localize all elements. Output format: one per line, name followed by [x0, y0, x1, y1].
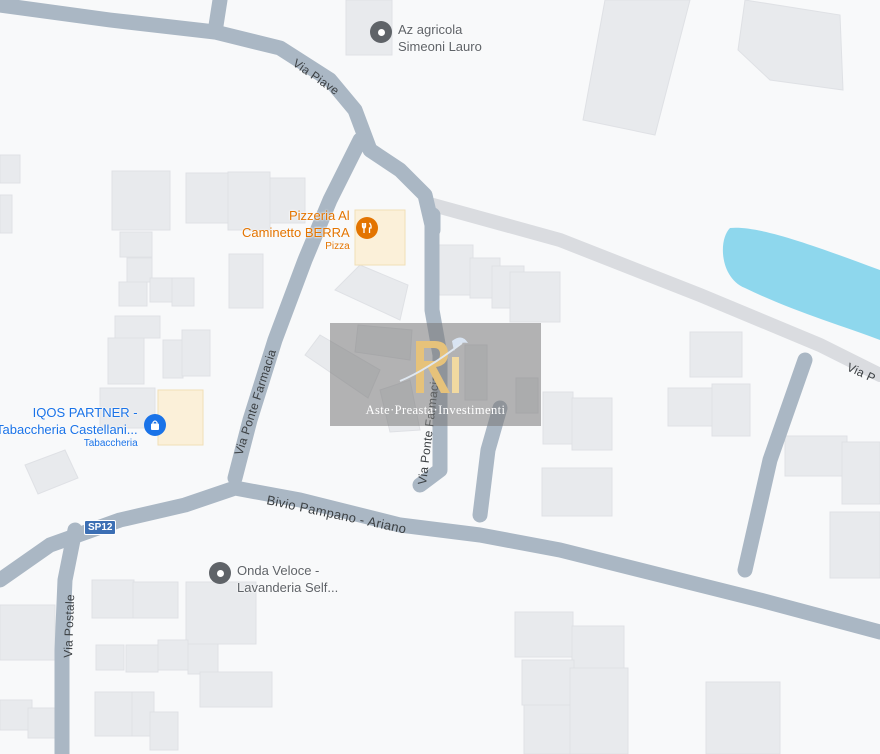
water-body: [722, 227, 880, 340]
road-label-via-postale: Via Postale: [61, 594, 77, 658]
poi-pizzeria-line2: Caminetto BERRA: [242, 225, 350, 240]
poi-az-agricola-line1: Az agricola: [398, 22, 463, 37]
watermark: Aste·Preasta·Investimenti: [330, 323, 541, 426]
map-pin-icon: [209, 562, 231, 584]
poi-pizzeria-line1: Pizzeria Al: [288, 208, 350, 223]
poi-iqos-line1: IQOS PARTNER -: [32, 405, 138, 420]
poi-az-agricola[interactable]: Az agricola Simeoni Lauro: [370, 21, 482, 55]
road-label-via-ponte-farmacia: Via Ponte Farmacia: [232, 347, 279, 457]
fork-knife-icon: [355, 217, 378, 239]
map-canvas[interactable]: Via Piave Via Ponte Farmacia Via Ponte F…: [0, 0, 880, 754]
poi-iqos[interactable]: IQOS PARTNER - Tabaccheria Castellani...…: [0, 404, 166, 450]
poi-iqos-sub: Tabaccheria: [83, 438, 138, 449]
poi-onda-line2: Lavanderia Self...: [237, 580, 339, 595]
watermark-text: Aste·Preasta·Investimenti: [365, 403, 506, 417]
poi-pizzeria-sub: Pizza: [325, 241, 350, 252]
poi-iqos-line2: Tabaccheria Castellani...: [0, 422, 138, 437]
route-shield-sp12: SP12: [84, 520, 117, 535]
poi-az-agricola-line2: Simeoni Lauro: [398, 39, 482, 54]
poi-onda-line1: Onda Veloce -: [237, 563, 320, 578]
poi-pizzeria[interactable]: Pizzeria Al Caminetto BERRA Pizza: [242, 207, 378, 253]
shopping-bag-icon: [143, 414, 166, 436]
poi-onda-veloce[interactable]: Onda Veloce - Lavanderia Self...: [209, 562, 338, 596]
map-pin-icon: [370, 21, 392, 43]
